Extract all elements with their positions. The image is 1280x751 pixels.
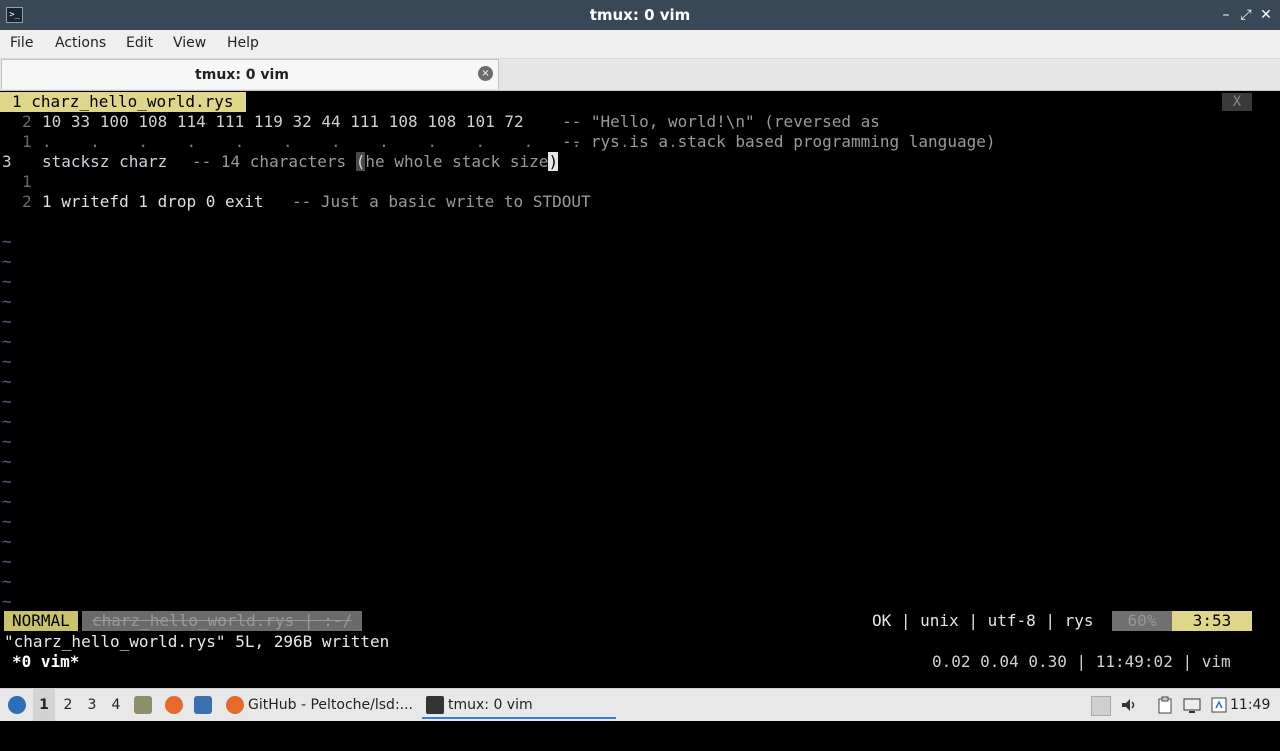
terminal-area[interactable]: 1 charz_hello_world.rys X 2 10 33 100 108… [0,91,1280,688]
start-menu-icon[interactable] [4,689,30,721]
empty-line-marker: ~ [2,492,12,511]
code-text: stacksz charz [42,152,168,171]
file-manager-icon[interactable] [134,689,154,721]
empty-line-marker: ~ [2,452,12,471]
menu-view[interactable]: View [173,30,206,58]
empty-line-marker: ~ [2,472,12,491]
workspace-1[interactable]: 1 [33,689,55,721]
workspace-3[interactable]: 3 [81,689,103,721]
network-icon[interactable] [1210,696,1228,714]
tmux-status-right: 0.02 0.04 0.30 | 11:49:02 | vim [932,652,1231,671]
line-number: 2 [22,192,32,211]
code-text: 1 writefd 1 drop 0 exit [42,192,264,211]
cursor: ) [548,152,559,171]
tab-label: tmux: 0 vim [195,67,289,83]
vim-message: "charz_hello_world.rys" 5L, 296B written [4,632,390,651]
volume-icon[interactable] [1120,696,1138,714]
empty-line-marker: ~ [2,292,12,311]
statusline-fileinfo: OK | unix | utf-8 | rys [872,611,1094,630]
desktop-icon[interactable] [194,689,214,721]
task-label: GitHub - Peltoche/lsd:... [248,697,414,713]
tab-bar: tmux: 0 vim × [0,59,1280,91]
code-comment: -- 14 characters (he whole stack size) [192,152,559,172]
comment-text: he whole stack size [365,152,549,171]
tab-close-icon[interactable]: × [478,66,493,81]
clipboard-icon[interactable] [1156,696,1174,714]
tab-tmux[interactable]: tmux: 0 vim × [1,59,499,89]
menubar: File Actions Edit View Help [0,30,1280,59]
workspace-2[interactable]: 2 [57,689,79,721]
vim-statusline: NORMAL charz_hello_world.rys | :-/ OK | … [0,611,1280,631]
empty-line-marker: ~ [2,532,12,551]
empty-line-marker: ~ [2,252,12,271]
close-icon[interactable]: ✕ [1258,6,1274,24]
line-number: 2 [22,112,32,131]
line-number: 3 [2,152,12,171]
empty-line-marker: ~ [2,352,12,371]
empty-line-marker: ~ [2,512,12,531]
code-text: 10 33 100 108 114 111 119 32 44 111 108 … [42,112,524,131]
empty-line-marker: ~ [2,312,12,331]
empty-line-marker: ~ [2,392,12,411]
tmux-window-label[interactable]: *0 vim* [12,652,79,672]
line-number: 1 [22,132,32,151]
empty-line-marker: ~ [2,372,12,391]
taskbar-item-terminal[interactable]: tmux: 0 vim [422,691,616,719]
minimize-icon[interactable]: – [1218,6,1234,24]
mode-indicator: NORMAL [4,611,78,631]
empty-line-marker: ~ [2,552,12,571]
line-number: 1 [22,172,32,191]
menu-file[interactable]: File [10,30,33,58]
window-titlebar: >_ tmux: 0 vim – ⤢ ✕ [0,0,1280,30]
empty-line-marker: ~ [2,272,12,291]
maximize-icon[interactable]: ⤢ [1238,6,1254,24]
tray-up-arrow-icon[interactable] [1091,696,1111,716]
code-comment: -- Just a basic write to STDOUT [292,192,591,211]
menu-actions[interactable]: Actions [55,30,106,58]
vim-close-button[interactable]: X [1222,93,1252,111]
window-title: tmux: 0 vim [589,6,691,24]
empty-line-marker: ~ [2,412,12,431]
terminal-icon [426,696,444,714]
display-icon[interactable] [1183,696,1201,714]
clock[interactable]: 11:49 [1230,689,1270,721]
firefox-icon[interactable] [165,689,185,721]
comment-prefix: -- 14 characters [192,152,356,171]
task-label: tmux: 0 vim [448,697,533,713]
matching-paren: ( [355,152,366,171]
statusline-position: 3:53 [1172,611,1252,631]
firefox-icon [226,696,244,714]
menu-edit[interactable]: Edit [126,30,153,58]
vim-buffer-tab[interactable]: 1 charz_hello_world.rys [0,92,246,112]
empty-line-marker: ~ [2,432,12,451]
tmux-statusbar: *0 vim* 0.02 0.04 0.30 | 11:49:02 | vim [0,652,1280,672]
empty-line-marker: ~ [2,572,12,591]
code-comment: -- "Hello, world!\n" (reversed as [562,112,880,131]
empty-line-marker: ~ [2,592,12,611]
empty-line-marker: ~ [2,332,12,351]
statusline-filename: charz_hello_world.rys | :-/ [82,611,363,631]
workspace-4[interactable]: 4 [105,689,127,721]
menu-help[interactable]: Help [227,30,259,58]
taskbar-item-firefox[interactable]: GitHub - Peltoche/lsd:... [222,691,417,719]
code-comment: -- rys is a stack based programming lang… [562,132,996,151]
statusline-percent: 60% [1112,611,1172,631]
empty-line-marker: ~ [2,232,12,251]
taskbar: 1 2 3 4 GitHub - Peltoche/lsd:... tmux: … [0,688,1280,721]
